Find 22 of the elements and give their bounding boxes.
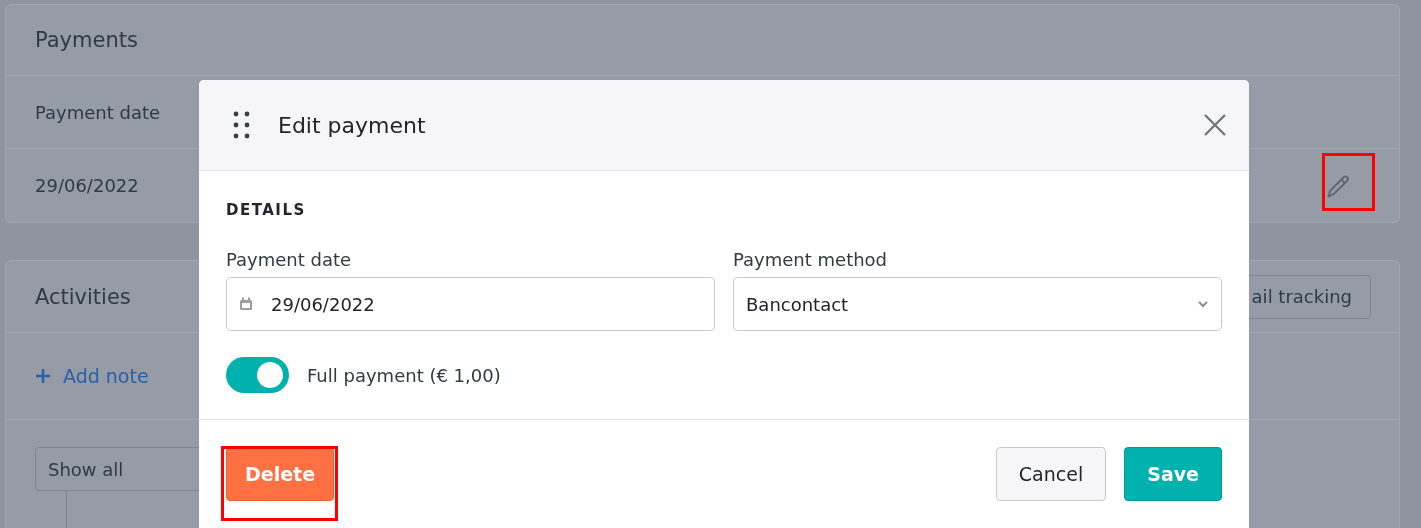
plus-icon xyxy=(35,368,51,384)
card-title: Payments xyxy=(35,28,138,52)
toggle-switch[interactable] xyxy=(226,357,289,393)
table-cell: 29/06/2022 xyxy=(35,175,139,196)
save-button[interactable]: Save xyxy=(1124,447,1222,501)
drag-handle-icon[interactable] xyxy=(232,110,252,140)
select-field[interactable]: Bancontact xyxy=(733,277,1222,331)
section-heading: DETAILS xyxy=(226,201,307,219)
field-label: Payment date xyxy=(226,249,353,270)
cancel-button[interactable]: Cancel xyxy=(995,447,1107,501)
close-icon[interactable] xyxy=(1203,113,1227,137)
calendar-icon xyxy=(239,297,253,311)
delete-button[interactable]: Delete xyxy=(226,447,335,501)
card-title: Activities xyxy=(35,284,131,309)
add-note-link[interactable]: Add note xyxy=(35,365,149,387)
dialog-title: Edit payment xyxy=(278,112,427,138)
toggle-label: Full payment (€ 1,00) xyxy=(307,364,501,386)
chevron-down-icon xyxy=(1197,300,1209,308)
date-field[interactable]: 29/06/2022 xyxy=(226,277,715,331)
column-header: Payment date xyxy=(35,101,161,123)
highlight-frame xyxy=(1322,153,1375,211)
field-label: Payment method xyxy=(733,249,889,270)
